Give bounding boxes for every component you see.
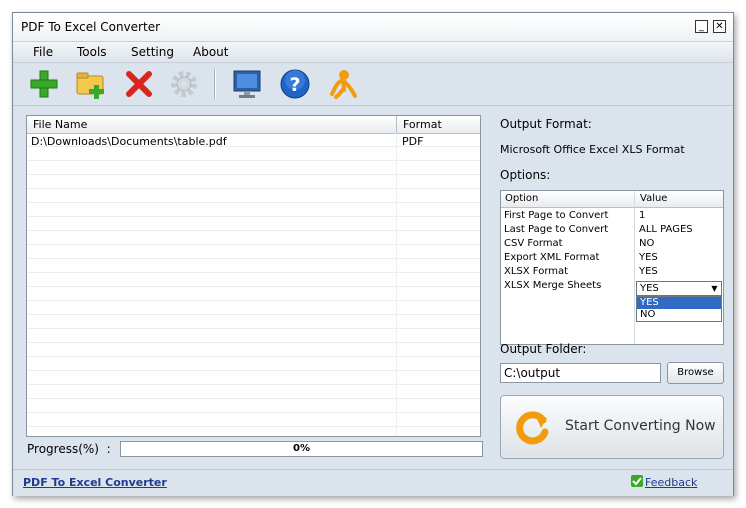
file-name-cell: D:\Downloads\Documents\table.pdf xyxy=(31,135,227,148)
menu-file[interactable]: File xyxy=(33,45,53,59)
merge-sheets-combobox[interactable]: YES ▼ xyxy=(636,281,722,296)
monitor-icon xyxy=(233,70,261,98)
start-button-label: Start Converting Now xyxy=(565,418,716,434)
menu-tools[interactable]: Tools xyxy=(77,45,107,59)
status-bar: PDF To Excel Converter Feedback xyxy=(13,469,733,496)
title-bar[interactable]: PDF To Excel Converter _ ✕ xyxy=(13,13,733,41)
progress-label: Progress(%) : xyxy=(27,442,111,456)
column-file-name[interactable]: File Name xyxy=(33,118,87,131)
file-list-grid xyxy=(27,133,480,436)
checkmark-icon xyxy=(631,475,643,487)
menu-setting[interactable]: Setting xyxy=(131,45,174,59)
start-converting-button[interactable]: Start Converting Now xyxy=(500,395,724,459)
option-row-last-page[interactable]: Last Page to Convert ALL PAGES xyxy=(501,223,723,237)
remove-button[interactable] xyxy=(123,68,155,100)
column-divider xyxy=(396,116,397,133)
options-header: Option Value xyxy=(501,191,723,208)
add-icon xyxy=(30,70,58,98)
window-title: PDF To Excel Converter xyxy=(21,20,161,34)
add-folder-button[interactable] xyxy=(75,68,107,100)
output-folder-input[interactable] xyxy=(500,363,661,383)
file-list[interactable]: File Name Format D:\Downloads\Documents\… xyxy=(26,115,481,437)
help-icon: ? xyxy=(280,69,310,99)
user-button[interactable] xyxy=(327,68,359,100)
option-row-csv-format[interactable]: CSV Format NO xyxy=(501,237,723,251)
options-table[interactable]: Option Value First Page to Convert 1 Last… xyxy=(500,190,724,345)
dropdown-option-no[interactable]: NO xyxy=(637,309,721,321)
output-folder-label: Output Folder: xyxy=(500,342,587,356)
column-format[interactable]: Format xyxy=(403,118,442,131)
refresh-icon xyxy=(516,411,549,445)
output-format-value: Microsoft Office Excel XLS Format xyxy=(500,143,685,156)
remove-icon xyxy=(126,71,152,97)
dropdown-option-yes[interactable]: YES xyxy=(637,297,721,309)
add-file-button[interactable] xyxy=(28,68,60,100)
menu-bar: File Tools Setting About xyxy=(13,41,733,63)
app-window: PDF To Excel Converter _ ✕ File Tools Se… xyxy=(12,12,734,496)
options-column-value: Value xyxy=(640,193,668,204)
file-format-cell: PDF xyxy=(402,135,424,148)
output-format-label: Output Format: xyxy=(500,117,592,131)
option-row-first-page[interactable]: First Page to Convert 1 xyxy=(501,209,723,223)
toolbar-separator xyxy=(214,69,216,99)
svg-text:?: ? xyxy=(289,74,300,96)
progress-value: 0% xyxy=(293,443,310,454)
feedback-link[interactable]: Feedback xyxy=(645,476,697,489)
settings-icon xyxy=(171,71,197,97)
settings-button[interactable] xyxy=(168,68,200,100)
toolbar: ? xyxy=(13,63,733,106)
progress-bar: 0% xyxy=(120,441,483,457)
minimize-button[interactable]: _ xyxy=(695,20,708,33)
options-label: Options: xyxy=(500,168,551,182)
merge-sheets-dropdown: YES NO xyxy=(636,296,722,322)
menu-about[interactable]: About xyxy=(193,45,228,59)
option-row-export-xml[interactable]: Export XML Format YES xyxy=(501,251,723,265)
file-list-column-line xyxy=(396,133,397,436)
app-link[interactable]: PDF To Excel Converter xyxy=(23,476,167,489)
chevron-down-icon[interactable]: ▼ xyxy=(709,283,720,294)
options-column-option: Option xyxy=(505,193,539,204)
browse-button[interactable]: Browse xyxy=(667,362,724,384)
monitor-button[interactable] xyxy=(231,68,263,100)
file-list-header: File Name Format xyxy=(27,116,480,134)
option-row-xlsx-format[interactable]: XLSX Format YES xyxy=(501,265,723,279)
close-button[interactable]: ✕ xyxy=(713,20,726,33)
add-folder-icon xyxy=(76,72,104,99)
user-icon xyxy=(330,70,357,99)
combobox-value: YES xyxy=(640,283,659,294)
help-button[interactable]: ? xyxy=(279,68,311,100)
